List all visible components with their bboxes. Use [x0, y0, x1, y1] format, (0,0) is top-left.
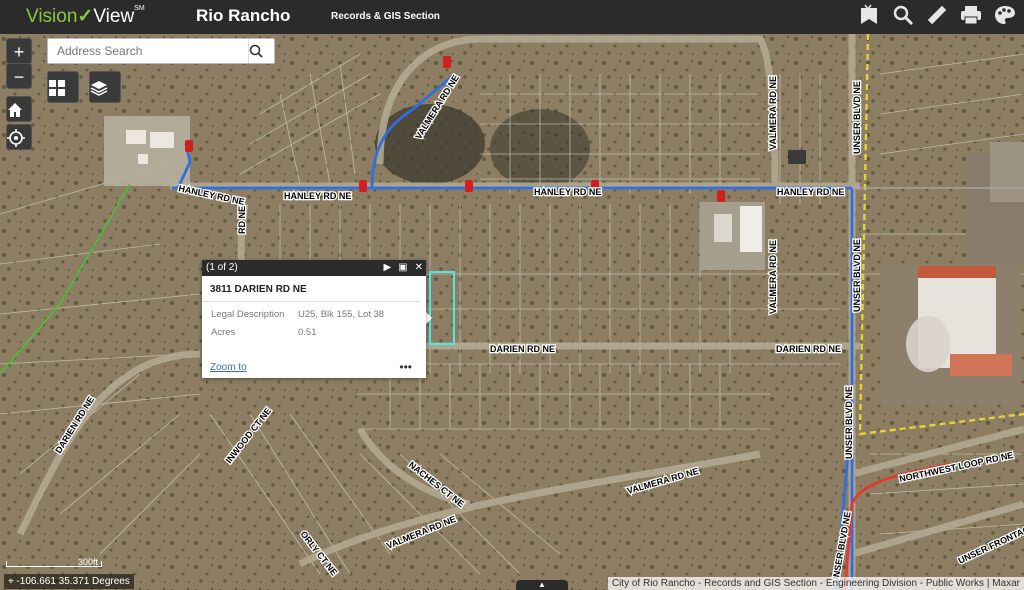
more-options-icon[interactable]: •••: [399, 360, 412, 374]
search-input[interactable]: [48, 39, 248, 63]
field-label: Acres: [211, 327, 236, 338]
home-button[interactable]: [6, 96, 32, 122]
popup-field-row: Legal Description U25, Blk 155, Lot 38: [202, 309, 426, 320]
road-label: HANLEY RD NE: [284, 191, 351, 201]
search-icon: [249, 44, 263, 58]
road-label: VALMERA RD NE: [768, 76, 778, 150]
popup-field-row: Acres 0.51: [202, 327, 426, 338]
print-icon[interactable]: [960, 4, 982, 28]
popup-header: (1 of 2) ▶ ▣ ✕: [202, 260, 426, 276]
city-title: Rio Rancho: [196, 6, 291, 25]
home-icon: [8, 103, 22, 117]
road-label: UNSER BLVD NE: [852, 81, 862, 154]
section-title: Records & GIS Section: [331, 11, 440, 22]
coordinate-readout: ⌖ -106.661 35.371 Degrees: [4, 574, 134, 589]
road-label: HANLEY RD NE: [534, 187, 601, 197]
zoom-in-button[interactable]: +: [6, 38, 32, 64]
road-label: HANLEY RD NE: [777, 187, 844, 197]
popup-counter: (1 of 2): [206, 262, 238, 273]
popup-buttons: ▶ ▣ ✕: [383, 260, 423, 276]
visionview-logo: Vision✓ViewSM: [26, 5, 145, 27]
zoom-to-link[interactable]: Zoom to: [210, 362, 247, 373]
check-icon: ✓: [77, 6, 94, 27]
close-icon[interactable]: ✕: [415, 260, 423, 276]
grid-icon: [49, 80, 65, 96]
app-header: Vision✓ViewSM Rio Rancho Records & GIS S…: [0, 0, 1024, 34]
zoom-out-button[interactable]: −: [6, 63, 32, 89]
address-search: [47, 38, 275, 64]
road-label: DARIEN RD NE: [490, 344, 555, 354]
bookmark-icon[interactable]: [858, 4, 880, 28]
map-canvas[interactable]: HANLEY RD NE HANLEY RD NE HANLEY RD NE H…: [0, 34, 1024, 590]
collapse-panel-button[interactable]: ▲: [516, 580, 568, 590]
identify-icon[interactable]: [892, 4, 914, 28]
scale-label: 300ft: [78, 557, 99, 567]
layer-list-button[interactable]: [89, 71, 121, 103]
field-label: Legal Description: [211, 309, 285, 320]
locate-icon: [7, 129, 25, 147]
road-label: UNSER BLVD NE: [852, 239, 862, 312]
feature-popup: (1 of 2) ▶ ▣ ✕ 3811 DARIEN RD NE Legal D…: [202, 260, 426, 378]
maximize-icon[interactable]: ▣: [398, 260, 407, 276]
road-label: UNSER BLVD NE: [844, 386, 854, 459]
chevron-up-icon: ▲: [538, 580, 546, 589]
field-value: 0.51: [298, 327, 317, 338]
field-value: U25, Blk 155, Lot 38: [298, 309, 385, 320]
layers-icon: [90, 81, 108, 96]
road-label: VALMERA RD NE: [768, 240, 778, 314]
road-label: DARIEN RD NE: [776, 344, 841, 354]
aerial-imagery: HANLEY RD NE HANLEY RD NE HANLEY RD NE H…: [0, 34, 1024, 590]
basemap-palette-icon[interactable]: [994, 4, 1016, 28]
popup-title: 3811 DARIEN RD NE: [202, 276, 420, 302]
road-label: RD NE: [237, 206, 247, 234]
next-feature-icon[interactable]: ▶: [383, 260, 391, 276]
locate-button[interactable]: [6, 124, 32, 150]
search-button[interactable]: [248, 39, 274, 63]
toolbar: [858, 4, 1016, 28]
basemap-gallery-button[interactable]: [47, 71, 79, 103]
measure-icon[interactable]: [926, 4, 948, 28]
map-attribution: City of Rio Rancho - Records and GIS Sec…: [607, 577, 1024, 590]
